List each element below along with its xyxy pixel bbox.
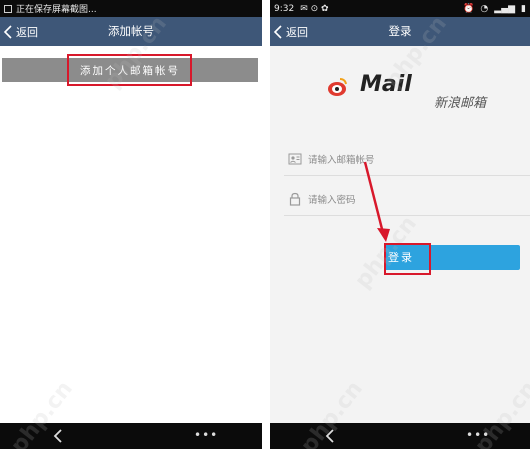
alarm-icon: ⏰	[463, 3, 475, 14]
brand-name: 新浪邮箱	[434, 96, 487, 111]
logo-mail-text: Mail	[360, 72, 412, 97]
screenshot-composite: 正在保存屏幕截图... 返回 添加帐号 添加个人邮箱帐号 ••• 9:32 ✉ …	[0, 0, 530, 449]
back-button[interactable]: 返回	[272, 17, 308, 46]
status-text: 正在保存屏幕截图...	[16, 5, 97, 15]
phone-login: 9:32 ✉ ⊙ ✿ ⏰ ◔ ▂▄▆ ▮ 返回 登录 Mail 新浪邮箱 请输入…	[270, 0, 530, 449]
highlight-box	[384, 243, 431, 275]
back-button[interactable]: 返回	[2, 17, 38, 46]
back-label: 返回	[16, 25, 38, 39]
lock-icon	[289, 192, 301, 206]
highlight-box	[67, 54, 192, 86]
divider	[262, 0, 270, 449]
password-field[interactable]	[284, 184, 530, 216]
sina-eye-logo-icon	[328, 78, 347, 96]
signal-icon: ▂▄▆	[494, 3, 516, 14]
status-bar: 正在保存屏幕截图...	[0, 0, 262, 17]
password-input[interactable]	[308, 189, 508, 211]
back-label: 返回	[286, 25, 308, 39]
navbar-back-icon[interactable]	[50, 427, 68, 445]
nav-bar: •••	[270, 423, 530, 449]
email-field[interactable]	[284, 144, 530, 176]
annotation-arrow	[363, 161, 390, 242]
back-chevron-icon	[3, 24, 12, 39]
title-bar: 返回 登录	[270, 17, 530, 46]
page-title: 登录	[388, 24, 412, 38]
title-bar: 返回 添加帐号	[0, 17, 262, 46]
back-chevron-icon	[273, 24, 282, 39]
sina-mail-logo: Mail 新浪邮箱	[320, 70, 520, 120]
page-title: 添加帐号	[108, 24, 154, 38]
email-input[interactable]	[308, 149, 508, 171]
status-bar: 9:32 ✉ ⊙ ✿ ⏰ ◔ ▂▄▆ ▮	[270, 0, 530, 17]
status-time: 9:32	[274, 3, 295, 14]
battery-icon: ▮	[521, 3, 526, 14]
user-card-icon	[288, 153, 302, 165]
more-button[interactable]: •••	[466, 428, 490, 442]
nav-bar: •••	[0, 423, 262, 449]
phone-add-account: 正在保存屏幕截图... 返回 添加帐号 添加个人邮箱帐号 •••	[0, 0, 262, 449]
more-button[interactable]: •••	[194, 428, 218, 442]
navbar-back-icon[interactable]	[322, 427, 340, 445]
notification-icon	[4, 4, 12, 13]
notification-icon: ✉ ⊙ ✿	[300, 3, 329, 14]
wifi-icon: ◔	[480, 3, 489, 14]
